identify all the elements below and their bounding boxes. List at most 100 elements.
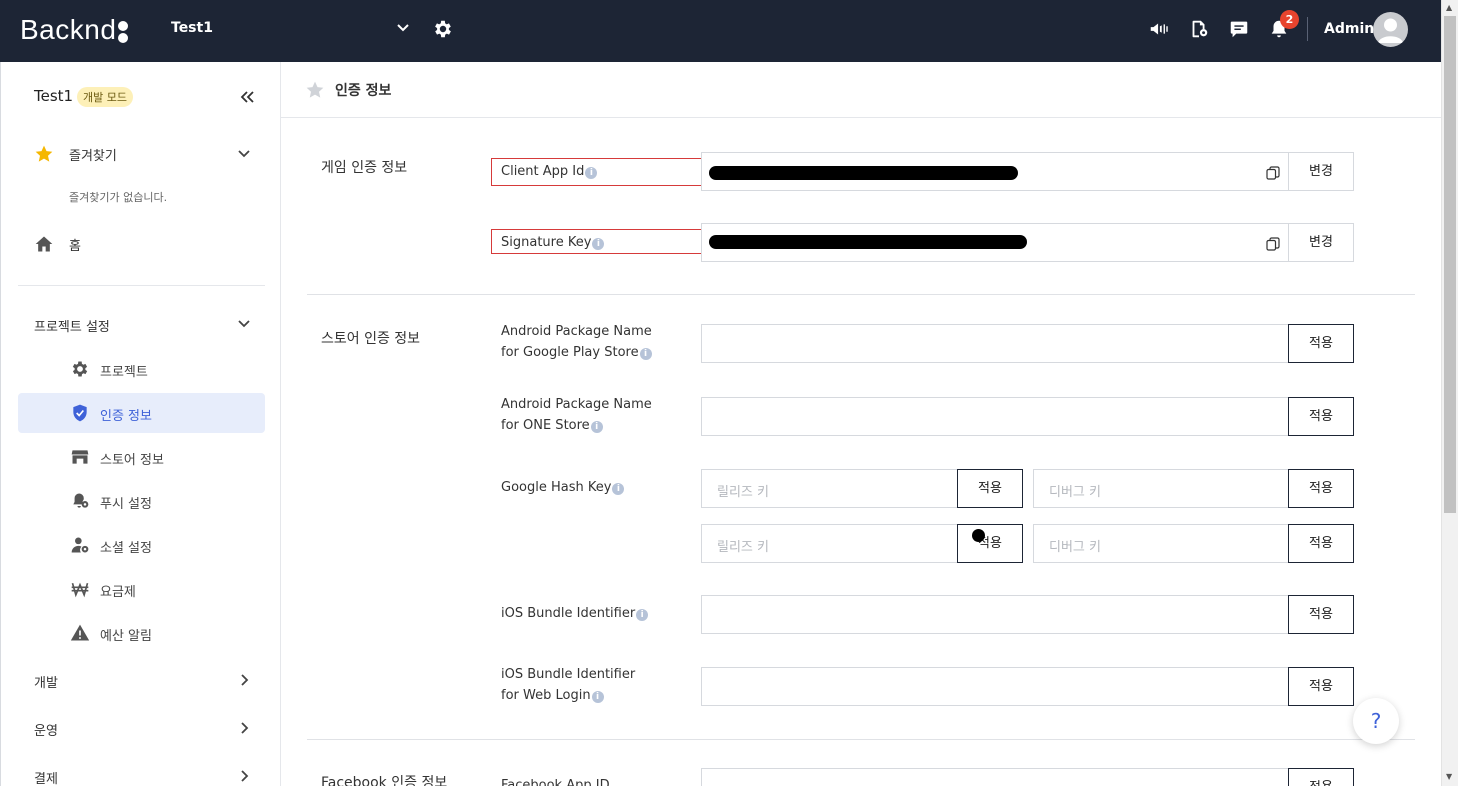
megaphone-icon[interactable] xyxy=(1148,18,1170,40)
sidebar: Test1 개발 모드 즐겨찾기 즐겨찾기가 없습니다. 홈 프로젝트 설정 프… xyxy=(0,62,281,786)
sidebar-item-label: 프로젝트 xyxy=(100,365,148,380)
label-line: Android Package Name xyxy=(501,397,652,412)
apply-ios-bundle-button[interactable]: 적용 xyxy=(1288,595,1354,634)
facebook-app-id-label: Facebook App ID xyxy=(501,778,610,786)
placeholder: 릴리즈 키 xyxy=(717,485,769,500)
apply-facebook-app-id-button[interactable]: 적용 xyxy=(1288,768,1354,786)
user-avatar-icon xyxy=(1378,18,1403,43)
info-icon[interactable]: i xyxy=(612,483,625,495)
warning-icon xyxy=(70,624,90,641)
apply-debug-key-1-button[interactable]: 적용 xyxy=(1288,469,1354,508)
apply-release-key-1-button[interactable]: 적용 xyxy=(957,469,1023,508)
info-icon[interactable]: i xyxy=(585,167,598,179)
signature-key-label: Signature Key i xyxy=(501,232,605,253)
sidebar-item-project-settings[interactable]: 프로젝트 설정 xyxy=(34,316,110,335)
page-title: 인증 정보 xyxy=(335,83,392,99)
android-google-package-input[interactable] xyxy=(701,324,1289,363)
apply-android-one-button[interactable]: 적용 xyxy=(1288,397,1354,436)
logo-mark-icon xyxy=(118,20,129,43)
facebook-auth-section-title: Facebook 인증 정보 xyxy=(321,775,448,786)
sidebar-item-pricing[interactable]: 요금제 xyxy=(18,569,265,609)
sidebar-item-development[interactable]: 개발 xyxy=(34,672,58,691)
sidebar-item-home[interactable]: 홈 xyxy=(69,235,81,254)
sidebar-project-name: Test1 xyxy=(34,87,74,105)
release-key-input-1[interactable]: 릴리즈 키 xyxy=(701,469,958,508)
sidebar-item-push-settings[interactable]: 푸시 설정 xyxy=(18,481,265,521)
scroll-up-arrow-icon[interactable]: ▲ xyxy=(1446,3,1452,12)
debug-key-input-1[interactable]: 디버그 키 xyxy=(1033,469,1290,508)
user-name[interactable]: Admin xyxy=(1324,21,1374,37)
redacted-value xyxy=(709,166,1018,180)
backnd-logo[interactable]: Backnd xyxy=(20,14,129,46)
game-auth-section-title: 게임 인증 정보 xyxy=(321,160,408,176)
favorites-empty-text: 즐겨찾기가 없습니다. xyxy=(69,191,168,204)
chevron-down-icon[interactable] xyxy=(237,317,251,331)
release-key-input-2[interactable]: 릴리즈 키 xyxy=(701,524,958,563)
scrollbar[interactable]: ▲ ▼ xyxy=(1441,0,1458,786)
page-header: 인증 정보 xyxy=(281,62,1441,118)
chevron-right-icon[interactable] xyxy=(237,769,251,783)
copy-icon[interactable] xyxy=(1266,237,1280,251)
android-one-package-input[interactable] xyxy=(701,397,1289,436)
sidebar-item-operations[interactable]: 운영 xyxy=(34,720,58,739)
info-icon[interactable]: i xyxy=(639,348,652,360)
sidebar-item-payment[interactable]: 결제 xyxy=(34,768,58,786)
label-line: iOS Bundle Identifier xyxy=(501,667,636,682)
change-client-app-id-button[interactable]: 변경 xyxy=(1288,152,1354,191)
google-hash-key-label: Google Hash Key i xyxy=(501,477,625,498)
ios-web-login-label: iOS Bundle Identifier for Web Login i xyxy=(501,664,635,706)
scroll-down-arrow-icon[interactable]: ▼ xyxy=(1446,772,1452,781)
apply-debug-key-2-button[interactable]: 적용 xyxy=(1288,524,1354,563)
sidebar-item-budget-alert[interactable]: 예산 알림 xyxy=(18,613,265,653)
chevron-right-icon[interactable] xyxy=(237,673,251,687)
chevron-down-icon[interactable] xyxy=(395,20,411,36)
store-icon xyxy=(71,450,89,464)
facebook-app-id-input[interactable] xyxy=(701,768,1289,786)
won-icon xyxy=(71,582,89,598)
redacted-value xyxy=(709,235,1027,249)
mouse-cursor xyxy=(972,529,985,542)
collapse-sidebar-icon[interactable] xyxy=(239,89,255,105)
info-icon[interactable]: i xyxy=(591,691,604,703)
sidebar-item-favorites[interactable]: 즐겨찾기 xyxy=(69,145,117,164)
change-signature-key-button[interactable]: 변경 xyxy=(1288,223,1354,262)
ios-web-login-input[interactable] xyxy=(701,667,1289,706)
sidebar-item-label: 푸시 설정 xyxy=(100,497,152,512)
project-selector[interactable]: Test1 xyxy=(171,20,213,36)
sidebar-item-label: 소셜 설정 xyxy=(100,541,152,556)
sidebar-item-store-info[interactable]: 스토어 정보 xyxy=(18,437,265,477)
help-button[interactable]: ? xyxy=(1353,698,1399,744)
sidebar-item-auth-info[interactable]: 인증 정보 xyxy=(18,393,265,433)
chevron-right-icon[interactable] xyxy=(237,721,251,735)
placeholder: 릴리즈 키 xyxy=(717,540,769,555)
apply-android-google-button[interactable]: 적용 xyxy=(1288,324,1354,363)
avatar[interactable] xyxy=(1373,12,1408,47)
apply-ios-web-login-button[interactable]: 적용 xyxy=(1288,667,1354,706)
label-line: Android Package Name xyxy=(501,324,652,339)
copy-icon[interactable] xyxy=(1266,166,1280,180)
label-text: Signature Key xyxy=(501,235,592,250)
gear-icon xyxy=(72,361,88,377)
chat-icon[interactable] xyxy=(1228,18,1250,40)
ios-bundle-input[interactable] xyxy=(701,595,1289,634)
label-line: for Google Play Store xyxy=(501,345,639,360)
store-auth-section-title: 스토어 인증 정보 xyxy=(321,331,421,347)
gear-icon[interactable] xyxy=(432,18,454,40)
chevron-down-icon[interactable] xyxy=(237,147,251,161)
placeholder: 디버그 키 xyxy=(1049,540,1101,555)
label-line: for Web Login xyxy=(501,688,591,703)
apply-release-key-2-button[interactable]: 적용 xyxy=(957,524,1023,563)
info-icon[interactable]: i xyxy=(636,609,649,621)
label-line: for ONE Store xyxy=(501,418,590,433)
scroll-thumb[interactable] xyxy=(1444,16,1456,513)
star-outline-icon[interactable] xyxy=(305,80,325,100)
label-text: Google Hash Key xyxy=(501,480,612,495)
info-icon[interactable]: i xyxy=(590,421,603,433)
debug-key-input-2[interactable]: 디버그 키 xyxy=(1033,524,1290,563)
document-person-icon[interactable] xyxy=(1188,18,1210,40)
section-divider xyxy=(307,294,1415,295)
info-icon[interactable]: i xyxy=(592,238,605,250)
home-icon xyxy=(35,236,53,252)
sidebar-item-project[interactable]: 프로젝트 xyxy=(18,349,265,389)
sidebar-item-social-settings[interactable]: 소셜 설정 xyxy=(18,525,265,565)
